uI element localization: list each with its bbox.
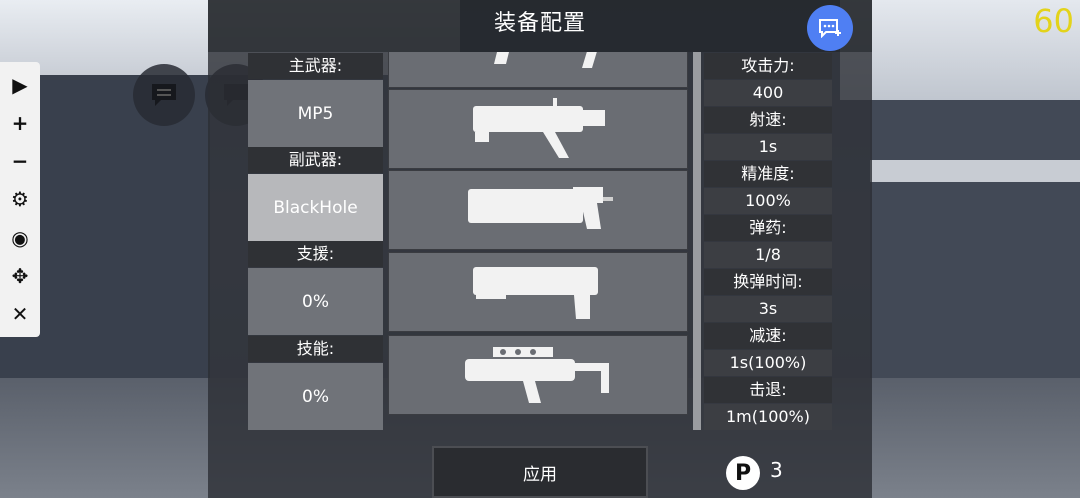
weapon-slot[interactable] [388, 335, 688, 415]
skill-label: 技能: [248, 336, 383, 362]
add-message-icon [819, 19, 841, 38]
weapon-slot[interactable] [388, 252, 688, 332]
accuracy-label: 精准度: [704, 161, 832, 187]
weapon-list-scrollbar[interactable] [693, 52, 701, 430]
move-icon[interactable]: ✥ [6, 262, 34, 290]
secondary-weapon-slot[interactable]: BlackHole [248, 174, 383, 241]
support-slot[interactable]: 0% [248, 268, 383, 335]
ammo-value: 1/8 [704, 242, 832, 268]
plus-icon[interactable]: + [6, 109, 34, 137]
weapon-slot[interactable] [388, 170, 688, 250]
support-label: 支援: [248, 241, 383, 267]
rocket-launcher-icon [494, 52, 597, 68]
secondary-weapon-label: 副武器: [248, 147, 383, 173]
compact-smg-icon [465, 347, 609, 403]
weapon-slot[interactable] [388, 52, 688, 88]
heavy-cannon-icon [468, 187, 613, 229]
gear-icon[interactable]: ⚙ [6, 185, 34, 213]
reload-time-value: 3s [704, 296, 832, 322]
attack-value: 400 [704, 80, 832, 106]
knockback-value: 1m(100%) [704, 404, 832, 430]
apply-button[interactable]: 应用 [432, 446, 648, 498]
eye-icon[interactable]: ◉ [6, 224, 34, 252]
skill-slot[interactable]: 0% [248, 363, 383, 430]
wall-light-strip [870, 160, 1080, 182]
close-icon[interactable]: ✕ [6, 300, 34, 328]
weapon-list [388, 52, 690, 430]
slow-label: 减速: [704, 323, 832, 349]
primary-weapon-slot[interactable]: MP5 [248, 80, 383, 147]
fire-rate-value: 1s [704, 134, 832, 160]
points-value: 3 [770, 458, 783, 482]
grenade-launcher-icon [473, 98, 605, 158]
ammo-label: 弹药: [704, 215, 832, 241]
knockback-label: 击退: [704, 377, 832, 403]
minus-icon[interactable]: − [6, 147, 34, 175]
fire-rate-label: 射速: [704, 107, 832, 133]
chat-bubble-icon[interactable] [133, 64, 195, 126]
weapon-slot[interactable] [388, 89, 688, 169]
blaster-pistol-icon [473, 267, 598, 319]
primary-weapon-label: 主武器: [248, 53, 383, 79]
left-toolbar: ▶ + − ⚙ ◉ ✥ ✕ [0, 62, 40, 337]
fps-counter: 60 [1033, 2, 1074, 40]
play-icon[interactable]: ▶ [6, 71, 34, 99]
attack-label: 攻击力: [704, 53, 832, 79]
accuracy-value: 100% [704, 188, 832, 214]
reload-time-label: 换弹时间: [704, 269, 832, 295]
wall-right [870, 100, 1080, 400]
points-icon: P [726, 456, 760, 490]
add-chat-button[interactable] [807, 5, 853, 51]
slow-value: 1s(100%) [704, 350, 832, 376]
panel-title: 装备配置 [493, 11, 586, 36]
